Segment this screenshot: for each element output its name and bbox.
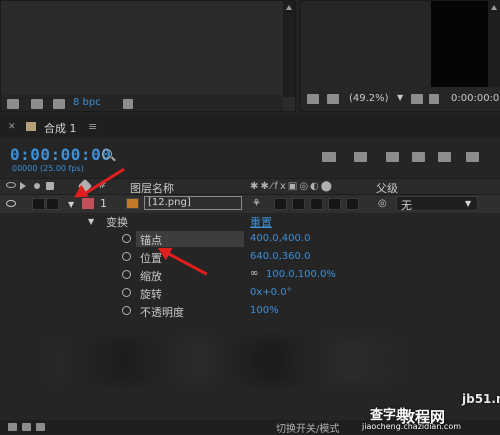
viewer-panel: (49.2%) ▼ 0:00:00:0 xyxy=(300,0,500,112)
scale-label[interactable]: 缩放 xyxy=(140,268,162,284)
effects-switch[interactable] xyxy=(292,198,305,210)
trash-icon[interactable] xyxy=(123,99,133,109)
new-folder-icon[interactable] xyxy=(31,99,43,109)
switches-header-icons: ✱✱⁄fx▣◎◐⬤ xyxy=(250,181,334,192)
rotation-value[interactable]: 0x+0.0° xyxy=(250,287,292,298)
layer-search-input[interactable] xyxy=(120,150,304,166)
scroll-up-icon[interactable] xyxy=(286,5,292,10)
motion-blur-icon[interactable] xyxy=(438,152,451,162)
frame-blend-switch[interactable] xyxy=(310,198,323,210)
opacity-label[interactable]: 不透明度 xyxy=(140,304,184,320)
shy-layers-icon[interactable] xyxy=(386,152,399,162)
layer-solo-switch[interactable] xyxy=(32,198,45,210)
watermark-left: 查字典 xyxy=(370,408,410,423)
graph-editor-icon[interactable] xyxy=(466,152,479,162)
layer-label-color[interactable] xyxy=(82,198,94,209)
project-panel: 8 bpc xyxy=(0,0,296,112)
adjustment-switch[interactable] xyxy=(346,198,359,210)
parent-dropdown[interactable]: 无 ▼ xyxy=(396,196,478,212)
footer-icon-3[interactable] xyxy=(36,423,45,431)
frame-rate-info: 00000 (25.00 fps) xyxy=(12,164,84,173)
always-preview-icon[interactable] xyxy=(307,94,319,104)
layer-lock-switch[interactable] xyxy=(46,198,59,210)
transform-expand-icon[interactable]: ▼ xyxy=(88,217,94,226)
rotation-stopwatch-icon[interactable] xyxy=(122,288,131,297)
parent-dropdown-value: 无 xyxy=(401,199,412,212)
timeline-tabbar: ✕ 合成 1 ≡ xyxy=(0,116,500,138)
lock-icon[interactable] xyxy=(46,182,54,190)
motion-blur-switch[interactable] xyxy=(328,198,341,210)
project-toolbar: 8 bpc xyxy=(1,95,283,111)
monitor-icon[interactable] xyxy=(327,94,339,104)
composition-color-icon xyxy=(26,122,36,131)
tab-menu-icon[interactable]: ≡ xyxy=(88,120,97,133)
draft-3d-icon[interactable] xyxy=(354,152,367,162)
anchor-point-stopwatch-icon[interactable] xyxy=(122,234,131,243)
project-scrollbar[interactable] xyxy=(283,1,295,97)
watermark-site: jb51.net xyxy=(462,392,500,406)
layer-visibility-icon[interactable] xyxy=(6,200,16,207)
parent-dropdown-arrow-icon[interactable]: ▼ xyxy=(465,199,471,208)
scale-value[interactable]: 100.0,100.0% xyxy=(266,269,336,280)
property-row: 锚点 400.0,400.0 xyxy=(0,230,500,248)
position-stopwatch-icon[interactable] xyxy=(122,252,131,261)
property-row: 旋转 0x+0.0° xyxy=(0,284,500,302)
grid-icon[interactable] xyxy=(411,94,423,104)
opacity-stopwatch-icon[interactable] xyxy=(122,306,131,315)
toggle-switches-modes-button[interactable]: 切换开关/模式 xyxy=(276,420,339,435)
close-tab-icon[interactable]: ✕ xyxy=(8,122,16,132)
position-value[interactable]: 640.0,360.0 xyxy=(250,251,310,262)
anchor-point-value[interactable]: 400.0,400.0 xyxy=(250,233,310,244)
zoom-dropdown-icon[interactable]: ▼ xyxy=(397,93,403,102)
opacity-value[interactable]: 100% xyxy=(250,305,279,316)
reset-transform-link[interactable]: 重置 xyxy=(250,214,272,230)
image-layer-icon xyxy=(126,198,139,209)
property-row: 不透明度 100% xyxy=(0,302,500,320)
scale-stopwatch-icon[interactable] xyxy=(122,270,131,279)
shy-switch-icon[interactable]: ⚘ xyxy=(252,198,261,209)
interpret-footage-icon[interactable] xyxy=(7,99,19,109)
zoom-select[interactable]: (49.2%) xyxy=(349,93,389,104)
transform-label: 变换 xyxy=(106,216,128,229)
solo-icon[interactable] xyxy=(34,183,40,189)
quality-switch[interactable] xyxy=(274,198,287,210)
tab-composition-1[interactable]: 合成 1 xyxy=(44,120,77,136)
viewer-timecode[interactable]: 0:00:00:0 xyxy=(451,93,499,104)
viewer-scrollbar[interactable] xyxy=(488,1,500,87)
video-toggle-icon[interactable] xyxy=(6,182,16,188)
blurred-overlay xyxy=(50,338,420,384)
pick-whip-icon[interactable]: ◎ xyxy=(378,198,387,209)
footer-icon-1[interactable] xyxy=(8,423,17,431)
property-row: 位置 640.0,360.0 xyxy=(0,248,500,266)
frame-blending-icon[interactable] xyxy=(412,152,425,162)
viewer-scroll-up-icon[interactable] xyxy=(491,5,497,10)
layer-name-field[interactable]: [12.png] xyxy=(144,196,242,210)
current-time-display[interactable]: 0:00:00:00 xyxy=(10,145,111,164)
audio-toggle-icon[interactable] xyxy=(20,182,26,190)
layer-index: 1 xyxy=(100,197,107,210)
bpc-button[interactable]: 8 bpc xyxy=(73,97,101,108)
transform-group-row: ▼ 变换 重置 xyxy=(0,212,500,230)
mask-icon[interactable] xyxy=(429,94,439,104)
watermark-sub: jiaocheng.chazidian.com xyxy=(362,422,462,431)
property-row: 缩放 ∞ 100.0,100.0% xyxy=(0,266,500,284)
constrain-proportions-icon[interactable]: ∞ xyxy=(250,268,258,279)
timeline-panel: ✕ 合成 1 ≡ 0:00:00:00 00000 (25.00 fps) # … xyxy=(0,116,500,435)
comp-mini-flowchart-icon[interactable] xyxy=(322,152,336,162)
rotation-label[interactable]: 旋转 xyxy=(140,286,162,302)
search-icon-handle xyxy=(111,156,116,162)
new-composition-icon[interactable] xyxy=(53,99,65,109)
layer-expand-icon[interactable]: ▼ xyxy=(68,200,74,209)
viewer-toolbar: (49.2%) ▼ 0:00:00:0 xyxy=(301,87,500,111)
footer-icon-2[interactable] xyxy=(22,423,31,431)
